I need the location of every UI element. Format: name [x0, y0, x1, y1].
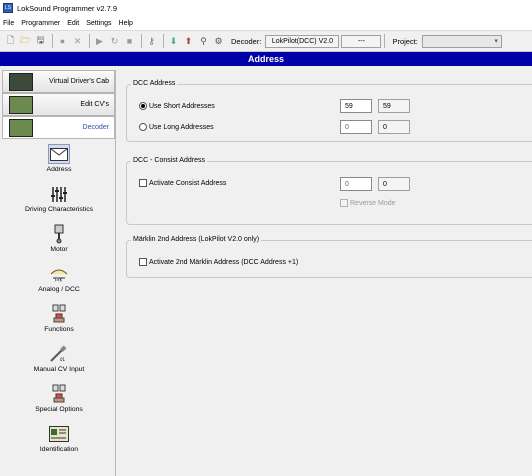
category-analog-dcc[interactable]: I<K Analog / DCC [2, 264, 116, 293]
short-address-input[interactable]: 59 [340, 99, 372, 113]
motor-piston-icon [48, 224, 70, 244]
stop-icon[interactable]: ■ [123, 35, 136, 48]
decoder-thumbnail [9, 119, 33, 137]
dcc-address-group: DCC Address Use Short Addresses 59 59 Us… [126, 80, 532, 142]
category-identification[interactable]: Identification [2, 424, 116, 453]
toolbar-separator [52, 34, 53, 48]
functions-icon [48, 304, 70, 324]
decoder-field: LokPilot(DCC) V2.0 [265, 34, 340, 48]
menu-help[interactable]: Help [119, 20, 133, 27]
settings-icon[interactable]: ⚙ [212, 35, 225, 48]
category-address[interactable]: Address [2, 144, 116, 173]
play-icon[interactable]: ▶ [93, 35, 106, 48]
cab-thumbnail [9, 73, 33, 91]
marklin-address-group: Märklin 2nd Address (LokPilot V2.0 only)… [126, 236, 532, 278]
toolbar-separator [163, 34, 164, 48]
marklin-address-title: Märklin 2nd Address (LokPilot V2.0 only) [131, 236, 262, 243]
reverse-mode-option[interactable]: Reverse Mode [340, 199, 396, 207]
main-content: DCC Address Use Short Addresses 59 59 Us… [118, 70, 532, 476]
title-bar: LS LokSound Programmer v2.7.9 [0, 0, 532, 16]
new-file-icon[interactable]: 🗋 [4, 35, 17, 48]
project-select[interactable]: ▾ [421, 34, 502, 48]
open-folder-icon[interactable]: 🗁 [19, 35, 32, 48]
menu-settings[interactable]: Settings [86, 20, 111, 27]
consist-address-readout: 0 [378, 177, 410, 191]
reverse-mode-checkbox[interactable] [340, 199, 348, 207]
long-address-readout: 0 [378, 120, 410, 134]
refresh-icon[interactable]: ↻ [108, 35, 121, 48]
consist-address-title: DCC - Consist Address [131, 157, 207, 164]
category-driving-characteristics[interactable]: Driving Characteristics [2, 184, 116, 213]
svg-text:I<K: I<K [55, 278, 63, 283]
menu-bar: File Programmer Edit Settings Help [0, 16, 532, 30]
record-icon[interactable]: ● [56, 35, 69, 48]
nav-edit-cvs[interactable]: Edit CV's [2, 93, 115, 116]
long-address-option[interactable]: Use Long Addresses [139, 123, 214, 131]
toolbar: 🗋 🗁 🖫 ● ✕ ▶ ↻ ■ ⚷ ⬇ ⬆ ⚲ ⚙ Decoder: LokPi… [0, 30, 532, 52]
left-navigation-panel: Virtual Driver's Cab Edit CV's Decoder A… [2, 70, 116, 476]
page-title: Address [0, 52, 532, 66]
activate-consist-option[interactable]: Activate Consist Address [139, 179, 226, 187]
category-functions[interactable]: Functions [2, 304, 116, 333]
loksound-app-icon: LS [3, 3, 13, 13]
nav-virtual-drivers-cab[interactable]: Virtual Driver's Cab [2, 70, 115, 93]
toolbar-separator [384, 34, 386, 48]
cv-grid-thumbnail [9, 96, 33, 114]
activate-marklin-option[interactable]: Activate 2nd Märklin Address (DCC Addres… [139, 258, 298, 266]
id-card-icon [48, 424, 70, 444]
consist-address-input[interactable]: 0 [340, 177, 372, 191]
write-icon[interactable]: ⬆ [182, 35, 195, 48]
decoder-extra-field: --- [341, 34, 382, 48]
key-icon[interactable]: ⚷ [145, 35, 158, 48]
activate-consist-checkbox[interactable] [139, 179, 147, 187]
short-address-radio[interactable] [139, 102, 147, 110]
manual-cv-icon: 01 [48, 344, 70, 364]
long-address-input[interactable]: 0 [340, 120, 372, 134]
save-icon[interactable]: 🖫 [34, 35, 47, 48]
decoder-label: Decoder: [231, 36, 262, 46]
activate-marklin-checkbox[interactable] [139, 258, 147, 266]
category-special-options[interactable]: Special Options [2, 384, 116, 413]
toolbar-separator [141, 34, 142, 48]
read-icon[interactable]: ⬇ [167, 35, 180, 48]
long-address-radio[interactable] [139, 123, 147, 131]
category-manual-cv-input[interactable]: 01 Manual CV Input [2, 344, 116, 373]
nav-decoder[interactable]: Decoder [2, 116, 115, 139]
chevron-down-icon: ▾ [494, 38, 498, 45]
cancel-icon[interactable]: ✕ [71, 35, 84, 48]
special-options-icon [48, 384, 70, 404]
dcc-address-title: DCC Address [131, 80, 178, 87]
envelope-icon [48, 144, 70, 164]
window-title: LokSound Programmer v2.7.9 [17, 3, 118, 13]
search-cv-icon[interactable]: ⚲ [197, 35, 210, 48]
svg-text:01: 01 [60, 357, 66, 362]
menu-programmer[interactable]: Programmer [21, 20, 60, 27]
toolbar-separator [89, 34, 90, 48]
analog-dcc-icon: I<K [48, 264, 70, 284]
project-label: Project: [392, 36, 418, 46]
consist-address-group: DCC - Consist Address Activate Consist A… [126, 157, 532, 225]
short-address-readout: 59 [378, 99, 410, 113]
category-motor[interactable]: Motor [2, 224, 116, 253]
menu-file[interactable]: File [3, 20, 14, 27]
short-address-option[interactable]: Use Short Addresses [139, 102, 215, 110]
menu-edit[interactable]: Edit [67, 20, 79, 27]
sliders-icon [48, 184, 70, 204]
